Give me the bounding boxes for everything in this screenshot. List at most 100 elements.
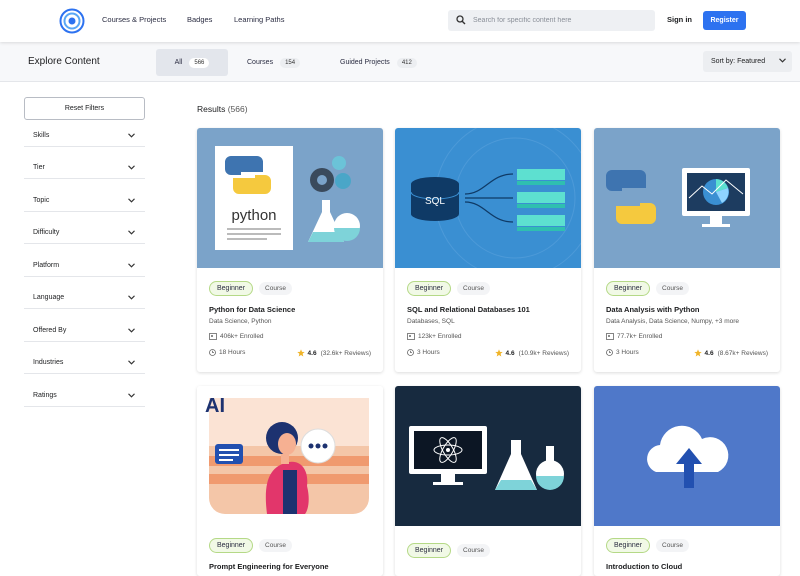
- page-title: Explore Content: [28, 56, 100, 67]
- level-badge: Beginner: [606, 538, 651, 553]
- top-navigation-bar: Courses & Projects Badges Learning Paths…: [0, 0, 800, 42]
- tab-guided-projects[interactable]: Guided Projects 412: [330, 49, 427, 76]
- search-box: [448, 10, 655, 31]
- filter-label: Topic: [33, 197, 50, 204]
- people-icon: [606, 333, 614, 340]
- course-title[interactable]: Data Analysis with Python: [606, 305, 700, 314]
- star-icon: [296, 349, 305, 357]
- filter-label: Tier: [33, 164, 45, 171]
- chevron-down-icon: [779, 58, 786, 63]
- level-badge: Beginner: [407, 543, 452, 558]
- course-card-prompt-engineering[interactable]: AI Beginner Course Prompt Engineering for…: [197, 386, 383, 576]
- course-card-science[interactable]: Beginner Course: [395, 386, 581, 576]
- clock-icon: [606, 349, 613, 356]
- reviews-count: (32.6k+ Reviews): [320, 349, 371, 357]
- enrolled-count: 123k+ Enrolled: [407, 333, 462, 340]
- filter-label: Offered By: [33, 327, 67, 334]
- chevron-down-icon: [128, 165, 135, 170]
- svg-text:python: python: [231, 207, 276, 224]
- course-title[interactable]: Python for Data Science: [209, 305, 295, 314]
- enrolled-text: 123k+ Enrolled: [418, 333, 462, 340]
- type-badge: Course: [259, 282, 292, 295]
- type-badge: Course: [656, 282, 689, 295]
- tab-courses-label: Courses: [247, 59, 274, 66]
- results-count: Results (566): [197, 104, 248, 114]
- course-title[interactable]: Introduction to Cloud: [606, 562, 682, 571]
- level-badge: Beginner: [606, 281, 651, 296]
- results-number: (566): [227, 104, 248, 114]
- sort-dropdown[interactable]: Sort by: Featured: [703, 51, 792, 72]
- hours-text: 3 Hours: [417, 349, 440, 356]
- tab-guided-projects-count: 412: [396, 57, 417, 68]
- cloud-upload-thumbnail-icon: [594, 386, 780, 526]
- explore-header-bar: Explore Content All 566 Courses 154 Guid…: [0, 42, 800, 82]
- course-card-intro-cloud[interactable]: Beginner Course Introduction to Cloud: [594, 386, 780, 576]
- clock-icon: [407, 349, 414, 356]
- filter-platform[interactable]: Platform: [24, 255, 145, 277]
- chevron-down-icon: [128, 263, 135, 268]
- course-tags: Databases, SQL: [407, 318, 455, 325]
- chevron-down-icon: [128, 133, 135, 138]
- nav-courses-projects[interactable]: Courses & Projects: [102, 15, 166, 24]
- filter-label: Skills: [33, 132, 50, 139]
- course-card-python-data-science[interactable]: python Beginner Course Python for Data Sc…: [197, 128, 383, 372]
- course-rating: 4.6 (8.67k+ Reviews): [693, 349, 768, 357]
- reviews-count: (8.67k+ Reviews): [717, 349, 768, 357]
- filter-label: Language: [33, 294, 65, 301]
- course-duration: 3 Hours: [606, 349, 639, 356]
- chevron-down-icon: [128, 328, 135, 333]
- tab-courses[interactable]: Courses 154: [237, 49, 310, 76]
- level-badge: Beginner: [209, 281, 254, 296]
- course-title[interactable]: Prompt Engineering for Everyone: [209, 562, 329, 571]
- type-badge: Course: [656, 539, 689, 552]
- tab-guided-projects-label: Guided Projects: [340, 59, 390, 66]
- search-input[interactable]: [473, 12, 648, 29]
- enrolled-count: 406k+ Enrolled: [209, 333, 264, 340]
- chevron-down-icon: [128, 295, 135, 300]
- reset-filters-button[interactable]: Reset Filters: [24, 97, 145, 120]
- reviews-count: (10.9k+ Reviews): [518, 349, 569, 357]
- nav-learning-paths[interactable]: Learning Paths: [234, 15, 284, 24]
- monitor-atom-thumbnail-icon: [395, 386, 581, 526]
- course-duration: 18 Hours: [209, 349, 245, 356]
- ai-logo-text: AI: [205, 395, 225, 417]
- star-icon: [693, 349, 702, 357]
- filter-industries[interactable]: Industries: [24, 352, 145, 374]
- sql-database-thumbnail-icon: SQL: [395, 128, 581, 268]
- course-rating: 4.6 (32.6k+ Reviews): [296, 349, 371, 357]
- filter-label: Industries: [33, 359, 64, 366]
- tab-courses-count: 154: [280, 57, 301, 68]
- search-icon: [456, 15, 466, 25]
- rating-value: 4.6: [704, 349, 714, 357]
- ai-chatbot-thumbnail-icon: AI: [197, 386, 383, 526]
- filter-label: Difficulty: [33, 229, 60, 236]
- results-label: Results: [197, 104, 226, 114]
- filter-topic[interactable]: Topic: [24, 190, 145, 212]
- nav-badges[interactable]: Badges: [187, 15, 212, 24]
- rating-value: 4.6: [505, 349, 515, 357]
- level-badge: Beginner: [209, 538, 254, 553]
- filter-language[interactable]: Language: [24, 287, 145, 309]
- course-card-sql-databases[interactable]: SQL Beginner Course SQL and Relational Da…: [395, 128, 581, 372]
- site-logo-icon[interactable]: [59, 8, 85, 34]
- hours-text: 18 Hours: [219, 349, 246, 356]
- filter-skills[interactable]: Skills: [24, 125, 145, 147]
- sort-label: Sort by: Featured: [711, 58, 766, 65]
- sign-in-link[interactable]: Sign in: [667, 15, 692, 24]
- filter-difficulty[interactable]: Difficulty: [24, 222, 145, 244]
- svg-text:SQL: SQL: [425, 196, 445, 207]
- filter-offered-by[interactable]: Offered By: [24, 320, 145, 342]
- python-book-thumbnail-icon: python: [197, 128, 383, 268]
- people-icon: [407, 333, 415, 340]
- course-card-data-analysis-python[interactable]: Beginner Course Data Analysis with Python…: [594, 128, 780, 372]
- register-button[interactable]: Register: [703, 11, 746, 30]
- filter-label: Platform: [33, 262, 60, 269]
- filter-ratings[interactable]: Ratings: [24, 385, 145, 407]
- course-title[interactable]: SQL and Relational Databases 101: [407, 305, 530, 314]
- tab-all-count: 566: [189, 57, 210, 68]
- tab-all[interactable]: All 566: [156, 49, 228, 76]
- filter-label: Ratings: [33, 392, 57, 399]
- clock-icon: [209, 349, 216, 356]
- chevron-down-icon: [128, 393, 135, 398]
- filter-tier[interactable]: Tier: [24, 157, 145, 179]
